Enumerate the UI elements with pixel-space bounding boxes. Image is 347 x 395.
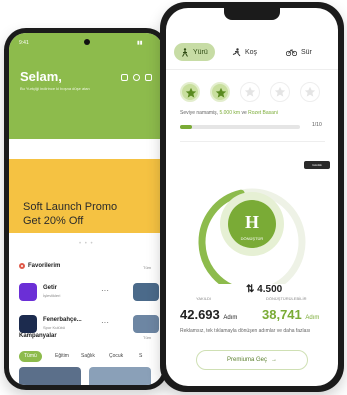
promo-line-2: Get 20% Off [23, 215, 84, 227]
status-time: 9:41 [19, 40, 29, 46]
activity-tabs: Yürü Koş Sür [166, 36, 338, 70]
goal-progress-fill [180, 125, 192, 129]
promo-banner[interactable]: Soft Launch Promo Get 20% Off [9, 159, 163, 233]
right-stat-value: 38,741 Adım [262, 307, 319, 322]
right-phone-screen: Yürü Koş Sür Seviye namamiş, 5.000 km ve… [166, 8, 338, 386]
favorite-sub: İşlevlikleri [43, 293, 61, 298]
left-phone: 9:41 ▮▮ Selam, Bu Yurtçiği indirince ki … [4, 28, 168, 390]
achievement-badge-icon[interactable] [210, 82, 230, 102]
chip-education[interactable]: Eğitim [55, 351, 69, 362]
favorite-name: Getir [43, 285, 58, 291]
promo-line-1: Soft Launch Promo [23, 201, 118, 213]
favorites-see-all[interactable]: Tüm [143, 265, 151, 270]
achievement-badge-icon[interactable] [270, 82, 290, 102]
right-phone: Yürü Koş Sür Seviye namamiş, 5.000 km ve… [160, 2, 344, 392]
step-count: ⇅ 4.500 [246, 284, 282, 295]
search-icon[interactable] [121, 74, 128, 81]
divider [180, 141, 325, 142]
premium-button[interactable]: Premiuma Geç → [196, 350, 308, 370]
goal-text-suffix: ve [241, 110, 247, 116]
more-icon[interactable]: ··· [101, 318, 109, 327]
favorite-sub: Spor Kulübü [43, 325, 66, 330]
chip-health[interactable]: Sağlık [81, 351, 95, 362]
achievement-badge-icon[interactable] [240, 82, 260, 102]
tab-run-label: Koş [245, 48, 258, 56]
favorite-item-getir[interactable]: Getir İşlevlikleri ··· [19, 283, 119, 305]
step-count-value: 4.500 [257, 284, 283, 295]
left-phone-screen: 9:41 ▮▮ Selam, Bu Yurtçiği indirince ki … [9, 33, 163, 385]
campaigns-see-all[interactable]: Tüm [143, 335, 151, 340]
carousel-dots: • • • [79, 241, 94, 247]
premium-note: Reklamsız, tek tıklamayla dönüşen adımla… [180, 328, 311, 334]
left-stat-unit: Adım [223, 315, 238, 321]
goal-progress-bar [180, 125, 300, 129]
favorite-name: Fenerbahçe... [43, 317, 82, 323]
goal-text-prefix: Seviye namamiş, [180, 110, 219, 116]
run-icon [232, 47, 241, 56]
profile-icon[interactable] [133, 74, 140, 81]
favorite-thumb-icon[interactable] [133, 283, 159, 301]
greeting-title: Selam, [20, 69, 62, 84]
achievement-badge-icon[interactable] [180, 82, 200, 102]
tab-run[interactable]: Koş [232, 43, 257, 61]
tab-walk[interactable]: Yürü [174, 43, 215, 61]
notification-icon[interactable] [145, 74, 152, 81]
step-ring: H DÖNÜŞTÜR [198, 188, 306, 284]
logo-caption: DÖNÜŞTÜR [241, 236, 264, 241]
favorite-thumb-icon[interactable] [133, 315, 159, 333]
campaign-card[interactable] [89, 367, 151, 385]
fenerbahce-logo-icon [19, 315, 37, 333]
more-icon[interactable]: ··· [101, 286, 109, 295]
favorites-title: Favorilerim [28, 263, 61, 269]
right-stat-unit: Adım [305, 315, 320, 321]
left-stat-number: 42.693 [180, 307, 220, 322]
premium-button-label: Premiuma Geç [226, 357, 267, 363]
left-stat-label: YAKILDI [196, 296, 212, 301]
front-camera [84, 39, 90, 45]
getir-logo-icon [19, 283, 37, 301]
goal-text-highlight: 5.000 km [219, 110, 241, 116]
goal-count: 1/10 [312, 122, 322, 128]
goal-text-end: Rozet Basani [248, 110, 278, 116]
steps-icon: ⇅ [246, 284, 258, 295]
right-stat-number: 38,741 [262, 307, 302, 322]
period-pill[interactable]: Günlük [304, 161, 330, 169]
favorites-icon [19, 263, 25, 269]
chip-more[interactable]: S [139, 351, 142, 362]
greeting-subtitle: Bu Yurtçiği indirince ki boşna düşe atan [20, 86, 90, 91]
header: 9:41 ▮▮ Selam, Bu Yurtçiği indirince ki … [9, 33, 163, 139]
campaigns-title: Kampanyalar [19, 333, 57, 339]
tab-walk-label: Yürü [193, 48, 208, 56]
tab-bike-label: Sür [301, 48, 312, 56]
campaign-card[interactable] [19, 367, 81, 385]
achievement-badge-icon[interactable] [300, 82, 320, 102]
left-stat-value: 42.693 Adım [180, 307, 237, 322]
notch [224, 8, 280, 20]
right-stat-label: DÖNÜŞTÜRÜLEBİLİR [266, 296, 307, 301]
chip-child[interactable]: Çocuk [109, 351, 123, 362]
tab-bike[interactable]: Sür [286, 43, 312, 61]
battery-icon: ▮▮ [137, 40, 143, 46]
bike-icon [286, 49, 297, 56]
arrow-right-icon: → [271, 357, 277, 363]
walk-icon [182, 47, 188, 57]
goal-text: Seviye namamiş, 5.000 km ve Rozet Basani [180, 110, 330, 116]
chip-all[interactable]: Tümü [19, 351, 42, 362]
logo-letter: H [245, 212, 259, 232]
